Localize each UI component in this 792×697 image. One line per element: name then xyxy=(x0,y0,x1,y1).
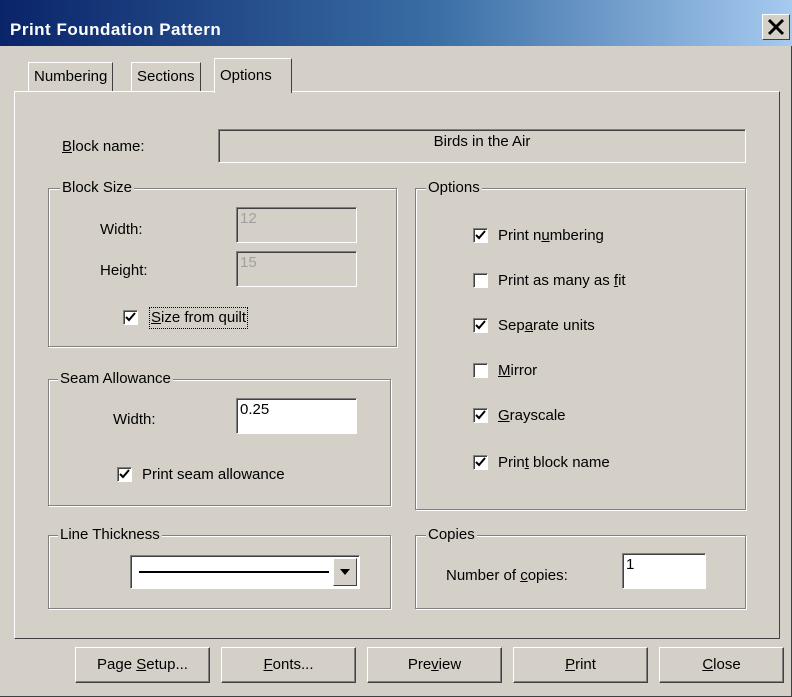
print-as-many-as-fit-label[interactable]: Print as many as fit xyxy=(498,272,626,290)
number-of-copies-input[interactable]: 1 xyxy=(622,553,706,589)
window-title: Print Foundation Pattern xyxy=(10,20,222,39)
block-name-field[interactable]: Birds in the Air xyxy=(218,129,746,163)
block-width-input[interactable]: 12 xyxy=(236,207,357,243)
print-button[interactable]: Print xyxy=(513,647,648,683)
size-from-quilt-label[interactable]: Size from quilt xyxy=(148,307,249,329)
seam-allowance-group-title: Seam Allowance xyxy=(58,370,173,388)
title-bar[interactable]: Print Foundation Pattern xyxy=(0,0,792,46)
checkmark-icon xyxy=(125,312,136,322)
print-as-many-as-fit-checkbox[interactable] xyxy=(473,273,488,288)
mirror-checkbox[interactable] xyxy=(473,363,488,378)
fonts-button[interactable]: Fonts... xyxy=(221,647,356,683)
copies-group-title: Copies xyxy=(426,526,477,544)
close-icon[interactable] xyxy=(762,14,790,40)
tab-sections[interactable]: Sections xyxy=(131,62,201,92)
page-setup-button[interactable]: Page Setup... xyxy=(75,647,210,683)
tab-sections-label: Sections xyxy=(137,68,195,85)
print-foundation-pattern-dialog: Print Foundation Pattern Numbering Secti… xyxy=(0,0,792,697)
checkmark-icon xyxy=(475,457,486,467)
line-thickness-sample xyxy=(139,571,329,573)
chevron-down-icon[interactable] xyxy=(333,558,357,586)
tab-options-label: Options xyxy=(220,67,272,84)
separate-units-checkbox[interactable] xyxy=(473,318,488,333)
print-block-name-label[interactable]: Print block name xyxy=(498,454,610,472)
line-thickness-group-title: Line Thickness xyxy=(58,526,162,544)
tab-numbering-label: Numbering xyxy=(34,68,108,85)
tab-numbering[interactable]: Numbering xyxy=(28,62,114,92)
block-height-input[interactable]: 15 xyxy=(236,251,357,287)
options-group-title: Options xyxy=(426,179,482,197)
block-name-label: Block name: xyxy=(62,138,145,155)
checkmark-icon xyxy=(119,469,130,479)
number-of-copies-label: Number of copies: xyxy=(446,567,568,584)
block-width-label: Width: xyxy=(100,221,143,238)
close-button[interactable]: Close xyxy=(659,647,784,683)
seam-width-input[interactable]: 0.25 xyxy=(236,398,357,434)
line-thickness-select[interactable] xyxy=(130,555,360,589)
print-block-name-checkbox[interactable] xyxy=(473,455,488,470)
grayscale-checkbox[interactable] xyxy=(473,408,488,423)
block-height-label: Height: xyxy=(100,262,148,279)
preview-button[interactable]: Preview xyxy=(367,647,502,683)
size-from-quilt-checkbox[interactable] xyxy=(123,310,138,325)
seam-width-label: Width: xyxy=(113,411,156,428)
print-numbering-checkbox[interactable] xyxy=(473,228,488,243)
separate-units-label[interactable]: Separate units xyxy=(498,317,595,335)
mirror-label[interactable]: Mirror xyxy=(498,362,537,380)
checkmark-icon xyxy=(475,320,486,330)
print-seam-allowance-label[interactable]: Print seam allowance xyxy=(142,466,285,484)
block-size-group-title: Block Size xyxy=(60,179,135,197)
grayscale-label[interactable]: Grayscale xyxy=(498,407,566,425)
checkmark-icon xyxy=(475,230,486,240)
tab-options[interactable]: Options xyxy=(214,58,292,93)
print-seam-allowance-checkbox[interactable] xyxy=(117,467,132,482)
print-numbering-label[interactable]: Print numbering xyxy=(498,227,604,245)
checkmark-icon xyxy=(475,410,486,420)
